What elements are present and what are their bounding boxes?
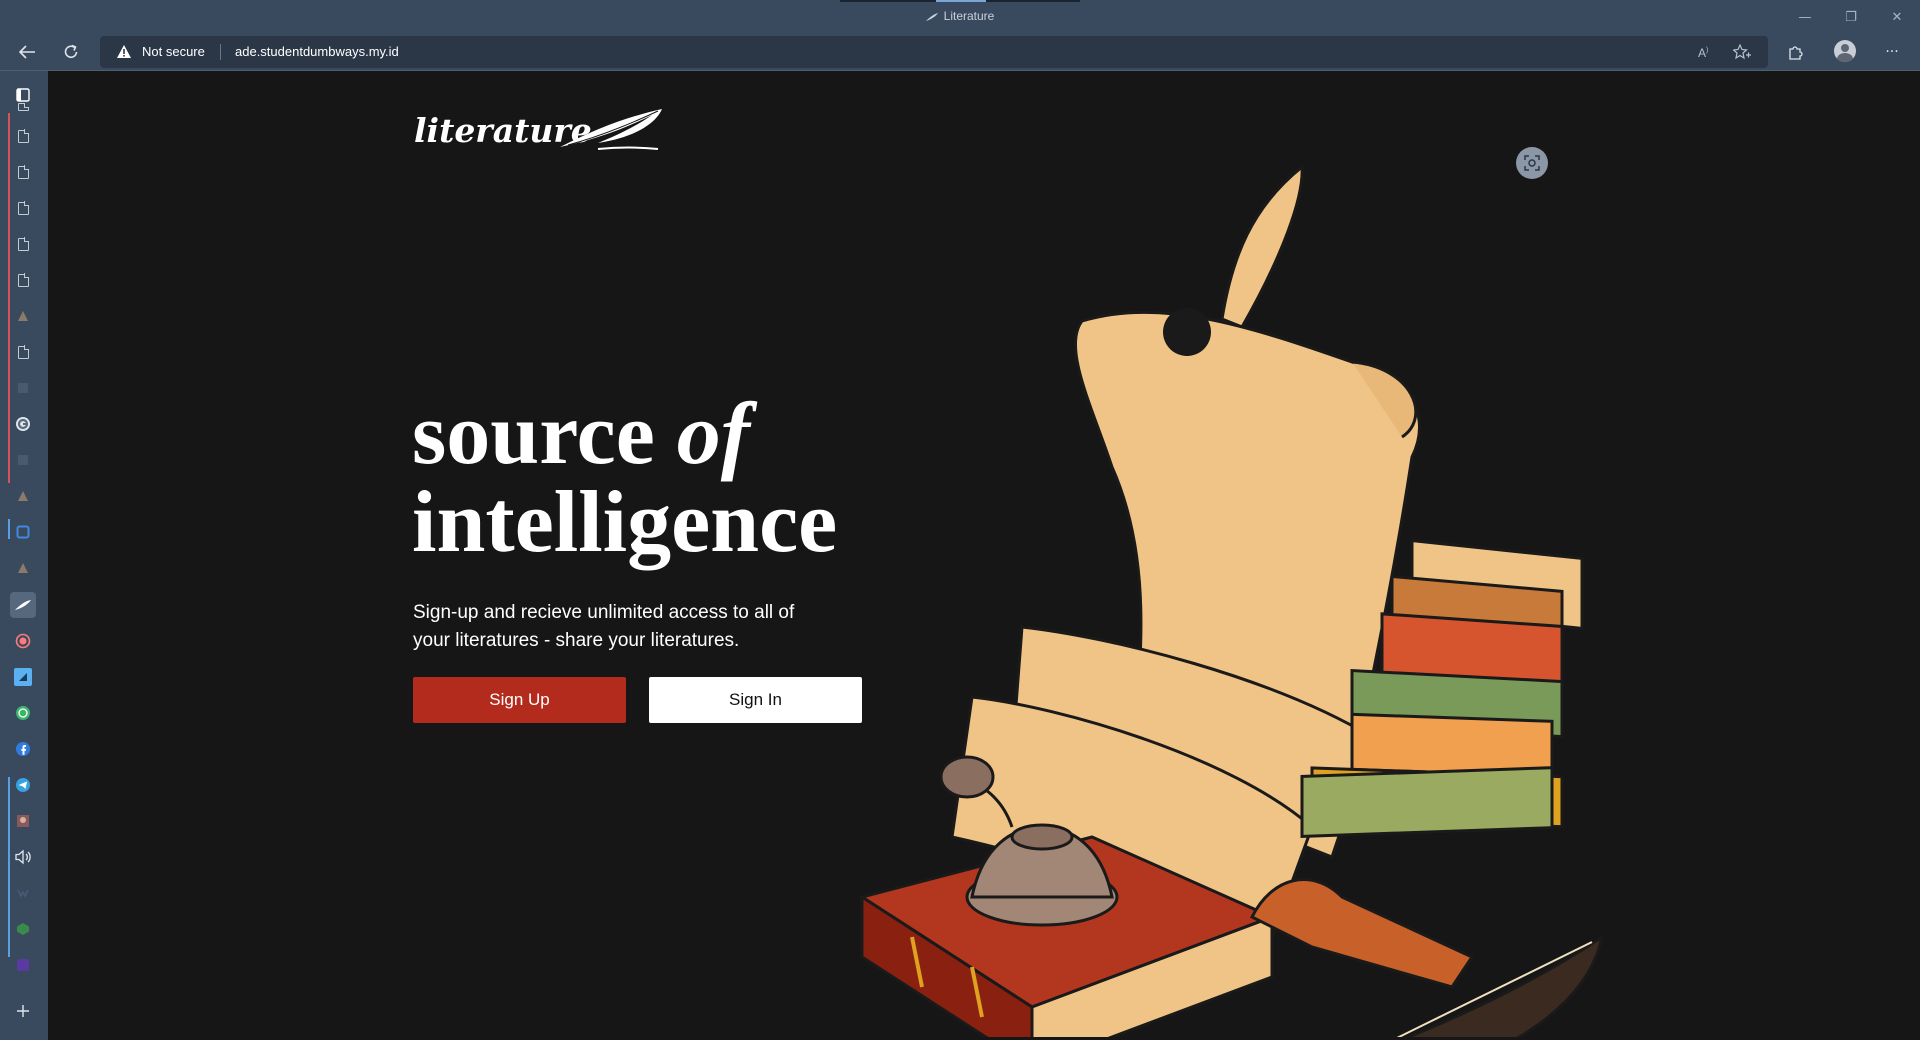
minimize-button[interactable]: — <box>1782 0 1828 34</box>
facebook-icon[interactable] <box>10 736 36 762</box>
telegram-icon[interactable] <box>10 772 36 798</box>
edit-icon[interactable] <box>10 483 36 509</box>
app-icon[interactable] <box>10 664 36 690</box>
document-icon[interactable] <box>10 195 36 221</box>
back-button[interactable] <box>12 38 42 66</box>
extensions-icon[interactable] <box>1784 40 1808 64</box>
url-text[interactable]: ade.studentdumbways.my.id <box>235 44 399 59</box>
security-label[interactable]: Not secure <box>142 44 205 59</box>
app-icon[interactable] <box>10 447 36 473</box>
app-icon[interactable] <box>10 375 36 401</box>
app-icon[interactable] <box>10 880 36 906</box>
address-divider <box>220 44 221 60</box>
app-icon[interactable] <box>10 303 36 329</box>
app-icon[interactable] <box>10 519 36 545</box>
svg-text:A: A <box>1698 46 1706 59</box>
feather-icon <box>925 13 938 21</box>
window-title: Literature <box>0 9 1920 23</box>
app-icon[interactable] <box>10 808 36 834</box>
literature-tab-icon[interactable] <box>10 592 36 618</box>
document-icon[interactable] <box>10 267 36 293</box>
document-icon[interactable] <box>10 231 36 257</box>
window-controls: — ❐ ✕ <box>1782 0 1920 34</box>
literature-illustration <box>858 164 1605 1037</box>
restore-button[interactable]: ❐ <box>1828 0 1874 34</box>
read-aloud-icon[interactable]: A) <box>1696 42 1716 62</box>
document-icon[interactable] <box>10 94 36 120</box>
app-icon[interactable] <box>10 916 36 942</box>
favorites-icon[interactable] <box>1732 42 1752 62</box>
back-arrow-icon <box>18 45 35 59</box>
document-icon[interactable] <box>10 159 36 185</box>
tab-title: Literature <box>943 9 995 23</box>
speaker-icon[interactable] <box>10 844 36 870</box>
web-page: literature source of intelligence Sign-u… <box>48 71 1920 1040</box>
record-icon[interactable] <box>10 628 36 654</box>
whatsapp-icon[interactable] <box>10 700 36 726</box>
app-icon[interactable] <box>10 555 36 581</box>
document-icon[interactable] <box>10 123 36 149</box>
more-menu-icon[interactable]: ··· <box>1880 40 1904 64</box>
tab-strip-indicator <box>840 0 1080 2</box>
add-icon[interactable] <box>10 998 36 1024</box>
warning-icon <box>117 45 131 58</box>
refresh-icon <box>64 44 78 58</box>
browser-titlebar: Literature — ❐ ✕ <box>0 0 1920 34</box>
refresh-button[interactable] <box>56 38 86 66</box>
hero-title-line1: source <box>412 386 655 483</box>
feather-logo-icon <box>560 109 662 150</box>
svg-text:): ) <box>1706 47 1708 54</box>
browser-toolbar: Not secure ade.studentdumbways.my.id A) … <box>0 34 1920 70</box>
google-icon[interactable] <box>10 411 36 437</box>
sign-in-button[interactable]: Sign In <box>649 677 862 723</box>
sign-up-button[interactable]: Sign Up <box>413 677 626 723</box>
document-icon[interactable] <box>10 339 36 365</box>
browser-sidebar <box>0 71 48 1040</box>
close-button[interactable]: ✕ <box>1874 0 1920 34</box>
address-bar[interactable]: Not secure ade.studentdumbways.my.id A) <box>100 36 1768 68</box>
app-icon[interactable] <box>10 952 36 978</box>
profile-avatar[interactable] <box>1834 40 1856 62</box>
